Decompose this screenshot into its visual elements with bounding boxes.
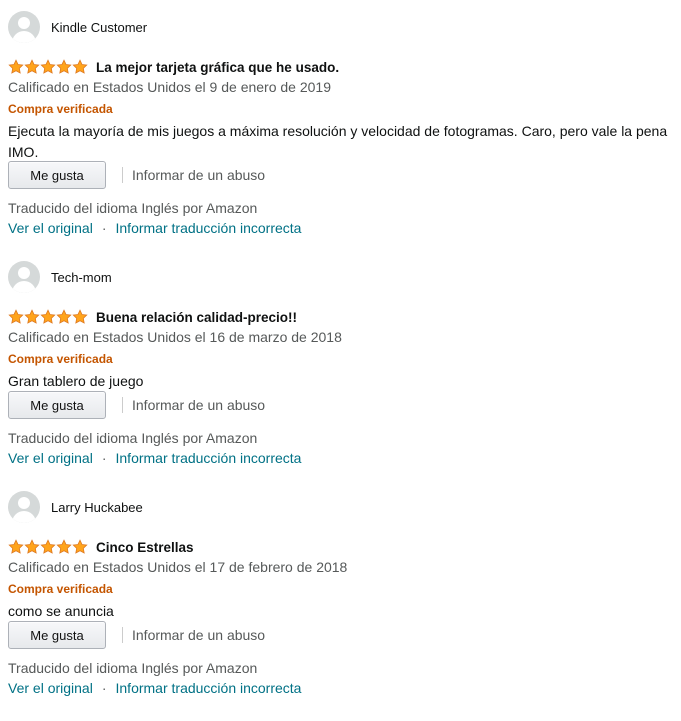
see-original-link[interactable]: Ver el original: [8, 450, 93, 466]
helpful-button[interactable]: Me gusta: [8, 161, 106, 189]
translation-notice: Traducido del idioma Inglés por Amazon: [8, 660, 258, 676]
avatar-icon: [8, 261, 40, 293]
reviewer-profile[interactable]: Larry Huckabee: [8, 491, 143, 523]
report-translation-link[interactable]: Informar traducción incorrecta: [116, 450, 302, 466]
review-title[interactable]: Cinco Estrellas: [96, 540, 194, 555]
avatar-icon: [8, 491, 40, 523]
helpful-button[interactable]: Me gusta: [8, 621, 106, 649]
action-divider: [122, 167, 123, 183]
link-separator: ·: [101, 450, 107, 466]
review-card: Kindle Customer La mejor tarjeta gráfica…: [8, 11, 678, 241]
star-icon: [72, 539, 88, 555]
report-translation-link[interactable]: Informar traducción incorrecta: [116, 680, 302, 696]
avatar-icon: [8, 11, 40, 43]
report-translation-link[interactable]: Informar traducción incorrecta: [116, 220, 302, 236]
verified-purchase-badge: Compra verificada: [8, 582, 113, 596]
reviewer-profile[interactable]: Kindle Customer: [8, 11, 147, 43]
star-icon: [56, 539, 72, 555]
star-icon: [40, 539, 56, 555]
star-icon: [24, 59, 40, 75]
report-abuse-link[interactable]: Informar de un abuso: [132, 627, 265, 643]
see-original-link[interactable]: Ver el original: [8, 220, 93, 236]
review-body: como se anuncia: [8, 603, 114, 619]
star-icon: [40, 309, 56, 325]
verified-purchase-badge: Compra verificada: [8, 352, 113, 366]
review-date: Calificado en Estados Unidos el 16 de ma…: [8, 329, 342, 345]
verified-purchase-badge: Compra verificada: [8, 102, 113, 116]
report-abuse-link[interactable]: Informar de un abuso: [132, 167, 265, 183]
star-icon: [8, 309, 24, 325]
link-separator: ·: [101, 680, 107, 696]
star-icon: [40, 59, 56, 75]
star-icon: [24, 309, 40, 325]
review-title[interactable]: La mejor tarjeta gráfica que he usado.: [96, 60, 339, 75]
review-card: Larry Huckabee Cinco Estrellas Calificad…: [8, 491, 678, 721]
report-abuse-link[interactable]: Informar de un abuso: [132, 397, 265, 413]
link-separator: ·: [101, 220, 107, 236]
star-icon: [24, 539, 40, 555]
reviewer-name[interactable]: Tech-mom: [51, 270, 112, 285]
star-icon: [72, 309, 88, 325]
review-date: Calificado en Estados Unidos el 9 de ene…: [8, 79, 331, 95]
review-body: Ejecuta la mayoría de mis juegos a máxim…: [8, 123, 668, 160]
see-original-link[interactable]: Ver el original: [8, 680, 93, 696]
reviewer-name[interactable]: Kindle Customer: [51, 20, 147, 35]
translation-notice: Traducido del idioma Inglés por Amazon: [8, 200, 258, 216]
action-divider: [122, 627, 123, 643]
review-date: Calificado en Estados Unidos el 17 de fe…: [8, 559, 348, 575]
action-divider: [122, 397, 123, 413]
star-icon: [8, 539, 24, 555]
star-rating[interactable]: [8, 59, 88, 75]
translation-notice: Traducido del idioma Inglés por Amazon: [8, 430, 258, 446]
helpful-button[interactable]: Me gusta: [8, 391, 106, 419]
star-icon: [56, 309, 72, 325]
review-body: Gran tablero de juego: [8, 373, 144, 389]
star-icon: [72, 59, 88, 75]
star-rating[interactable]: [8, 539, 88, 555]
review-title[interactable]: Buena relación calidad-precio!!: [96, 310, 297, 325]
review-card: Tech-mom Buena relación calidad-precio!!…: [8, 261, 678, 491]
reviewer-name[interactable]: Larry Huckabee: [51, 500, 143, 515]
reviewer-profile[interactable]: Tech-mom: [8, 261, 112, 293]
star-rating[interactable]: [8, 309, 88, 325]
star-icon: [8, 59, 24, 75]
star-icon: [56, 59, 72, 75]
